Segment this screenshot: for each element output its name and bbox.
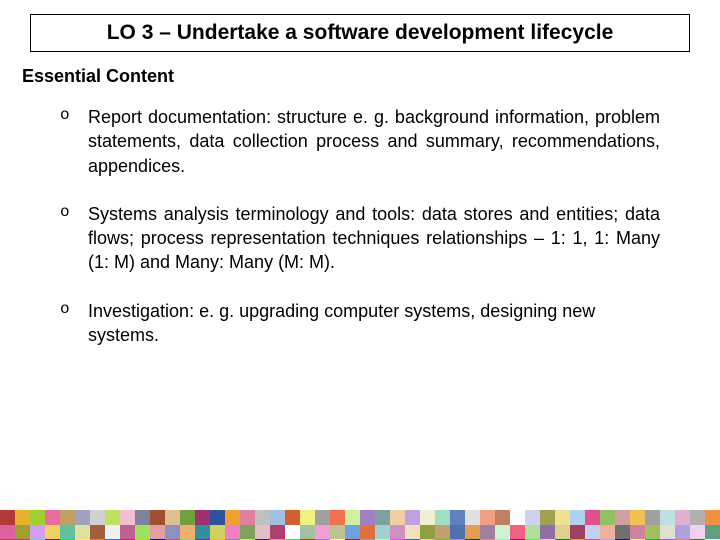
bullet-text: Report documentation: structure e. g. ba…	[88, 105, 660, 178]
slide-title: LO 3 – Undertake a software development …	[41, 21, 679, 45]
bullet-text: Systems analysis terminology and tools: …	[88, 202, 660, 275]
decorative-color-strip	[0, 510, 720, 540]
list-item: o Report documentation: structure e. g. …	[60, 105, 660, 178]
list-item: o Investigation: e. g. upgrading compute…	[60, 299, 660, 348]
bullet-marker: o	[60, 105, 88, 178]
title-box: LO 3 – Undertake a software development …	[30, 14, 690, 52]
bullet-marker: o	[60, 299, 88, 348]
section-heading: Essential Content	[22, 66, 720, 87]
slide: LO 3 – Undertake a software development …	[0, 14, 720, 540]
bullet-text: Investigation: e. g. upgrading computer …	[88, 299, 660, 348]
bullet-marker: o	[60, 202, 88, 275]
bullet-list: o Report documentation: structure e. g. …	[60, 105, 660, 347]
list-item: o Systems analysis terminology and tools…	[60, 202, 660, 275]
